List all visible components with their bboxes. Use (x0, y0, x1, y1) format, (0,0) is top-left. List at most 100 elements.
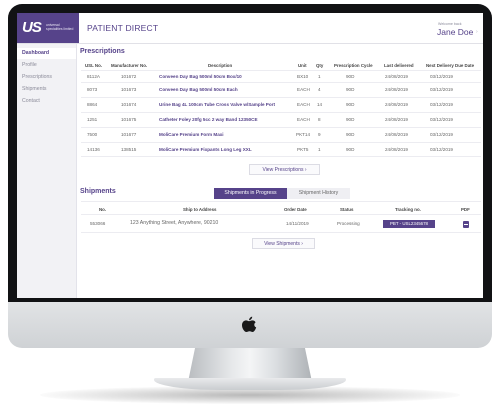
header-divider (81, 70, 481, 71)
top-bar: US universal specialities limited PATIEN… (17, 13, 483, 44)
col-qty: Qty (316, 63, 324, 68)
cycle: 90D (346, 102, 355, 107)
sidebar-item-shipments[interactable]: Shipments (17, 84, 76, 95)
cycle: 90D (346, 117, 355, 122)
manufacturer-no: 101677 (121, 132, 137, 137)
qty: 4 (318, 87, 321, 92)
usl-no: 8073 (87, 87, 98, 92)
cycle: 90D (346, 74, 355, 79)
col-unit: Unit (298, 63, 307, 68)
qty: 1 (318, 74, 321, 79)
sidebar-item-profile[interactable]: Profile (17, 60, 76, 71)
last-delivered: 24/08/2019 (385, 102, 408, 107)
col-manufacturer-no: Manufacturer No. (111, 63, 148, 68)
sidebar-item-contact[interactable]: Contact (17, 96, 76, 107)
ship-to-address: 123 Anything Street, Anywhere, 90210 (130, 220, 219, 226)
last-delivered: 24/08/2019 (385, 87, 408, 92)
user-name[interactable]: Jane Doe (437, 27, 473, 37)
row-divider (81, 156, 481, 157)
usl-no: 1251 (87, 117, 98, 122)
shipment-status: Processing (337, 221, 360, 226)
last-delivered: 24/08/2019 (385, 117, 408, 122)
qty: 9 (318, 132, 321, 137)
usl-no: 8864 (87, 102, 98, 107)
app-title: PATIENT DIRECT (87, 23, 159, 33)
unit: PKT5 (297, 147, 309, 152)
welcome-text: Welcome back (438, 22, 462, 26)
col-pdf: PDF (461, 207, 470, 212)
col-tracking-no: Tracking no. (395, 207, 421, 212)
manufacturer-no: 101675 (121, 117, 137, 122)
cycle: 90D (346, 147, 355, 152)
next-delivery: 03/12/2019 (430, 147, 453, 152)
next-delivery: 03/12/2019 (430, 117, 453, 122)
unit: EACH (297, 117, 310, 122)
row-divider (81, 97, 481, 98)
description-link[interactable]: Urine Bag 4L 100cm Tube Cross Valve w/Sa… (159, 102, 275, 107)
user-menu-chevron-icon[interactable]: › (476, 29, 478, 35)
description-link[interactable]: Catheter Foley 20fg 5cc 2 way Band 12350… (159, 117, 258, 122)
usl-no: 14136 (87, 147, 100, 152)
row-divider (81, 142, 481, 143)
prescriptions-title: Prescriptions (80, 48, 125, 55)
tracking-number-button[interactable]: PBT - USL2345678 (383, 220, 435, 228)
col-status: Status (340, 207, 354, 212)
monitor-stand-base (154, 378, 346, 390)
qty: 14 (317, 102, 323, 107)
col-shipment-no: No. (99, 207, 107, 212)
description-link[interactable]: MoliCare Premium Form Maxi (159, 132, 224, 137)
tabs-divider (81, 201, 481, 202)
pdf-download-icon[interactable] (463, 221, 469, 228)
usl-no: 7500 (87, 132, 98, 137)
usl-no: 8112A (87, 74, 100, 79)
unit: BX10 (297, 74, 309, 79)
monitor-stand (188, 346, 312, 382)
last-delivered: 24/08/2019 (385, 147, 408, 152)
next-delivery: 03/12/2019 (430, 87, 453, 92)
row-divider (81, 82, 481, 83)
manufacturer-no: 101672 (121, 74, 137, 79)
description-link[interactable]: Conveen Day Bag 500ml 50cm Box/10 (159, 74, 242, 79)
col-last-delivered: Last delivered (384, 63, 414, 68)
row-divider (81, 112, 481, 113)
last-delivered: 24/08/2019 (385, 74, 408, 79)
company-logo[interactable]: US universal specialities limited (17, 13, 79, 43)
description-link[interactable]: MoliCare Premium Fixpants Long Leg XXL (159, 147, 252, 152)
view-shipments-button[interactable]: View Shipments › (252, 238, 315, 249)
col-description: Description (208, 63, 233, 68)
order-date: 14/11/2019 (286, 221, 309, 226)
col-ship-to-address: Ship to Address (183, 207, 217, 212)
col-next-delivery: Next Delivery Due Date (426, 63, 475, 68)
description-link[interactable]: Conveen Day Bag 500ml 50cm Each (159, 87, 238, 92)
col-usl-no: USL No. (85, 63, 102, 68)
unit: EACH (297, 87, 310, 92)
apple-logo-icon (242, 316, 257, 332)
shipment-no: 553066 (90, 221, 106, 226)
tab-shipments-in-progress[interactable]: Shipments in Progress (214, 188, 287, 199)
manufacturer-no: 101673 (121, 87, 137, 92)
shipments-title: Shipments (80, 188, 116, 195)
next-delivery: 03/12/2019 (430, 132, 453, 137)
next-delivery: 03/12/2019 (430, 74, 453, 79)
qty: 8 (318, 117, 321, 122)
logo-mark: US (22, 19, 42, 36)
manufacturer-no: 101674 (121, 102, 137, 107)
sidebar-item-dashboard[interactable]: Dashboard (17, 48, 76, 59)
row-divider (81, 127, 481, 128)
col-order-date: Order Date (284, 207, 307, 212)
col-prescription-cycle: Prescription Cycle (334, 63, 373, 68)
row-divider (81, 232, 481, 233)
header-divider (81, 214, 481, 215)
last-delivered: 24/08/2019 (385, 132, 408, 137)
unit: EACH (297, 102, 310, 107)
next-delivery: 03/12/2019 (430, 102, 453, 107)
view-prescriptions-button[interactable]: View Prescriptions › (249, 164, 320, 175)
tab-shipment-history[interactable]: Shipment History (287, 188, 350, 199)
qty: 1 (318, 147, 321, 152)
logo-text: universal specialities limited (46, 23, 74, 31)
sidebar-item-prescriptions[interactable]: Prescriptions (17, 72, 76, 83)
sidebar: Dashboard Profile Prescriptions Shipment… (17, 44, 77, 298)
unit: PKT14 (296, 132, 311, 137)
cycle: 90D (346, 87, 355, 92)
manufacturer-no: 138515 (121, 147, 137, 152)
